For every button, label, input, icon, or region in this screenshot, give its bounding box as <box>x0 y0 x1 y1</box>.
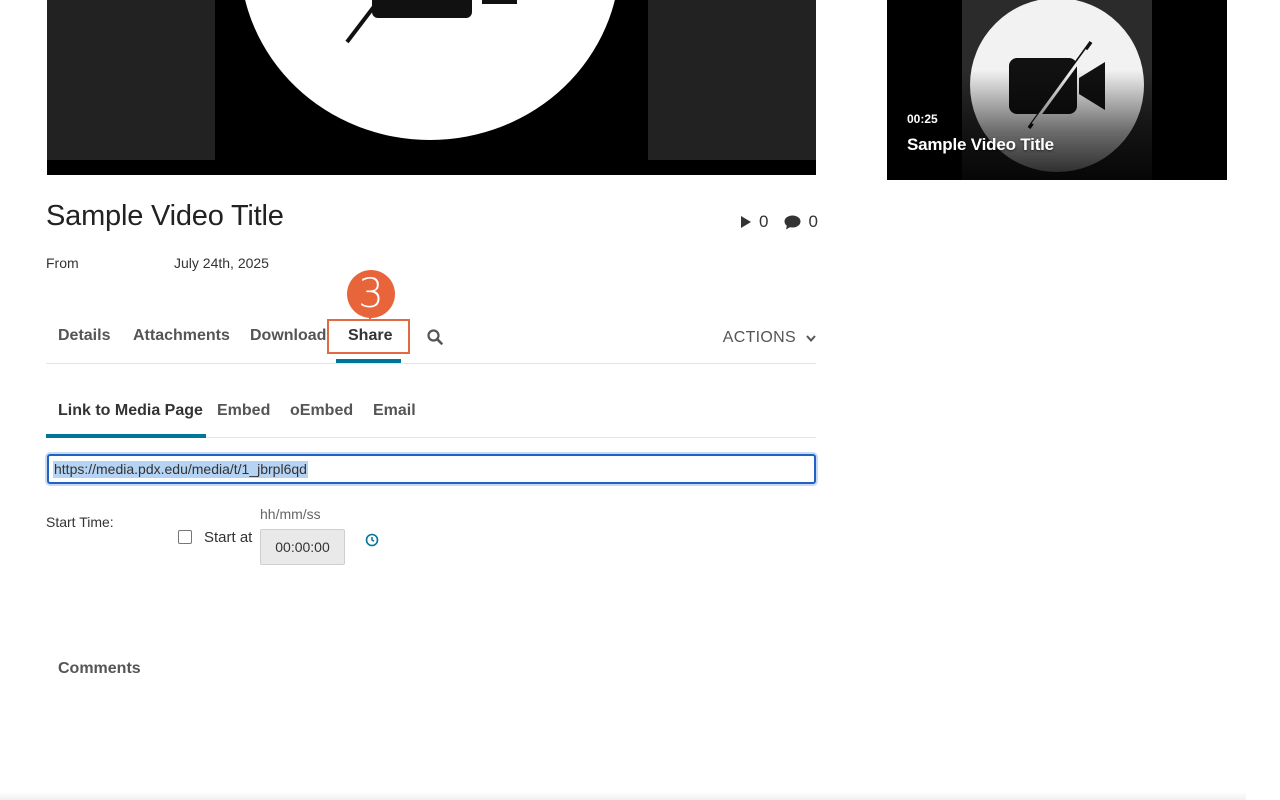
clock-icon[interactable] <box>365 533 379 552</box>
player-letterbox-left <box>47 0 215 160</box>
search-icon[interactable] <box>427 329 443 350</box>
plays-stat: 0 <box>740 212 768 232</box>
subtab-active-indicator <box>46 434 206 438</box>
step-callout-badge: 3 <box>347 270 395 318</box>
comments-heading: Comments <box>58 660 141 677</box>
tab-share-active-indicator <box>336 359 401 363</box>
play-icon <box>741 216 751 228</box>
actions-dropdown[interactable]: ACTIONS <box>723 329 816 347</box>
tab-share[interactable]: Share <box>348 327 392 345</box>
tab-attachments[interactable]: Attachments <box>133 327 230 345</box>
comments-stat: 0 <box>784 212 818 232</box>
thumbnail-gradient <box>887 70 1227 180</box>
subtab-email[interactable]: Email <box>373 402 416 420</box>
actions-label: ACTIONS <box>722 329 796 346</box>
related-video-duration: 00:25 <box>907 112 938 126</box>
start-time-input[interactable]: 00:00:00 <box>260 529 345 565</box>
video-title: Sample Video Title <box>46 200 284 232</box>
page-bottom-shadow <box>0 792 1246 800</box>
tab-download[interactable]: Download <box>250 327 326 345</box>
share-subtabs: Link to Media Page Embed oEmbed Email <box>46 392 816 438</box>
subtab-oembed[interactable]: oEmbed <box>290 402 353 420</box>
from-label: From <box>46 255 79 271</box>
video-stats: 0 0 <box>740 212 818 232</box>
related-video-title[interactable]: Sample Video Title <box>907 135 1054 155</box>
start-time-value: 00:00:00 <box>275 539 330 555</box>
subtab-embed[interactable]: Embed <box>217 402 270 420</box>
plays-count: 0 <box>759 212 769 231</box>
time-format-hint: hh/mm/ss <box>260 506 321 522</box>
media-link-text: https://media.pdx.edu/media/t/1_jbrpl6qd <box>53 460 308 478</box>
video-off-icon <box>345 0 517 46</box>
chevron-down-icon <box>806 334 816 342</box>
related-video-card[interactable]: 00:25 Sample Video Title <box>887 0 1227 180</box>
media-tabs: Details Attachments Download Share ACTIO… <box>46 319 816 364</box>
publish-date: July 24th, 2025 <box>174 255 269 271</box>
player-letterbox-right <box>648 0 816 160</box>
tab-details[interactable]: Details <box>58 327 110 345</box>
video-player[interactable] <box>47 0 816 175</box>
start-at-checkbox[interactable] <box>178 530 192 544</box>
start-time-label: Start Time: <box>46 514 114 530</box>
comment-icon <box>784 215 801 229</box>
subtab-link-to-media-page[interactable]: Link to Media Page <box>58 402 203 420</box>
media-link-field[interactable]: https://media.pdx.edu/media/t/1_jbrpl6qd <box>47 454 816 484</box>
start-at-label: Start at <box>204 529 253 546</box>
comments-count: 0 <box>808 212 818 231</box>
